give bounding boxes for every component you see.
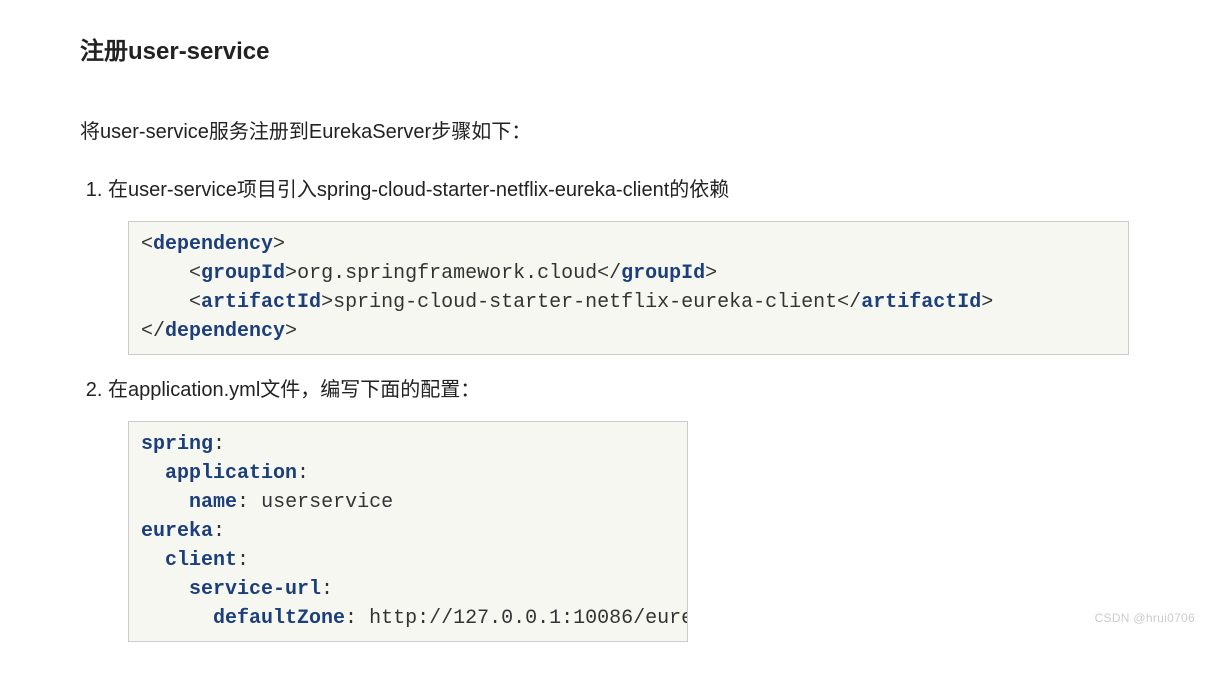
step-1: 在user-service项目引入spring-cloud-starter-ne… <box>108 173 1129 355</box>
yml-name-key: name <box>189 491 237 514</box>
step-2-text: 在application.yml文件，编写下面的配置： <box>108 379 480 401</box>
groupid-value: org.springframework.cloud <box>297 262 597 285</box>
yml-name-value: userservice <box>261 491 393 514</box>
yml-spring: spring <box>141 433 213 456</box>
yml-code-block: spring: application: name: userservice e… <box>128 421 688 642</box>
yml-defaultzone-key: defaultZone <box>213 607 345 630</box>
tag-groupid-open: groupId <box>201 262 285 285</box>
tag-artifactid-close: artifactId <box>861 291 981 314</box>
yml-application: application <box>165 462 297 485</box>
steps-list: 在user-service项目引入spring-cloud-starter-ne… <box>80 173 1129 642</box>
xml-code-block: <dependency> <groupId>org.springframewor… <box>128 221 1129 355</box>
step-1-text: 在user-service项目引入spring-cloud-starter-ne… <box>108 179 729 201</box>
yml-eureka: eureka <box>141 520 213 543</box>
yml-client: client <box>165 549 237 572</box>
section-heading: 注册user-service <box>80 32 1129 73</box>
tag-groupid-close: groupId <box>621 262 705 285</box>
tag-artifactid-open: artifactId <box>201 291 321 314</box>
watermark: CSDN @hrui0706 <box>1095 608 1195 628</box>
intro-text: 将user-service服务注册到EurekaServer步骤如下： <box>80 115 1129 149</box>
yml-defaultzone-value: http://127.0.0.1:10086/eureka/ <box>369 607 688 630</box>
tag-dependency-open: dependency <box>153 233 273 256</box>
yml-service-url: service-url <box>189 578 321 601</box>
artifactid-value: spring-cloud-starter-netflix-eureka-clie… <box>333 291 837 314</box>
tag-dependency-close: dependency <box>165 320 285 343</box>
step-2: 在application.yml文件，编写下面的配置： spring: appl… <box>108 373 1129 642</box>
